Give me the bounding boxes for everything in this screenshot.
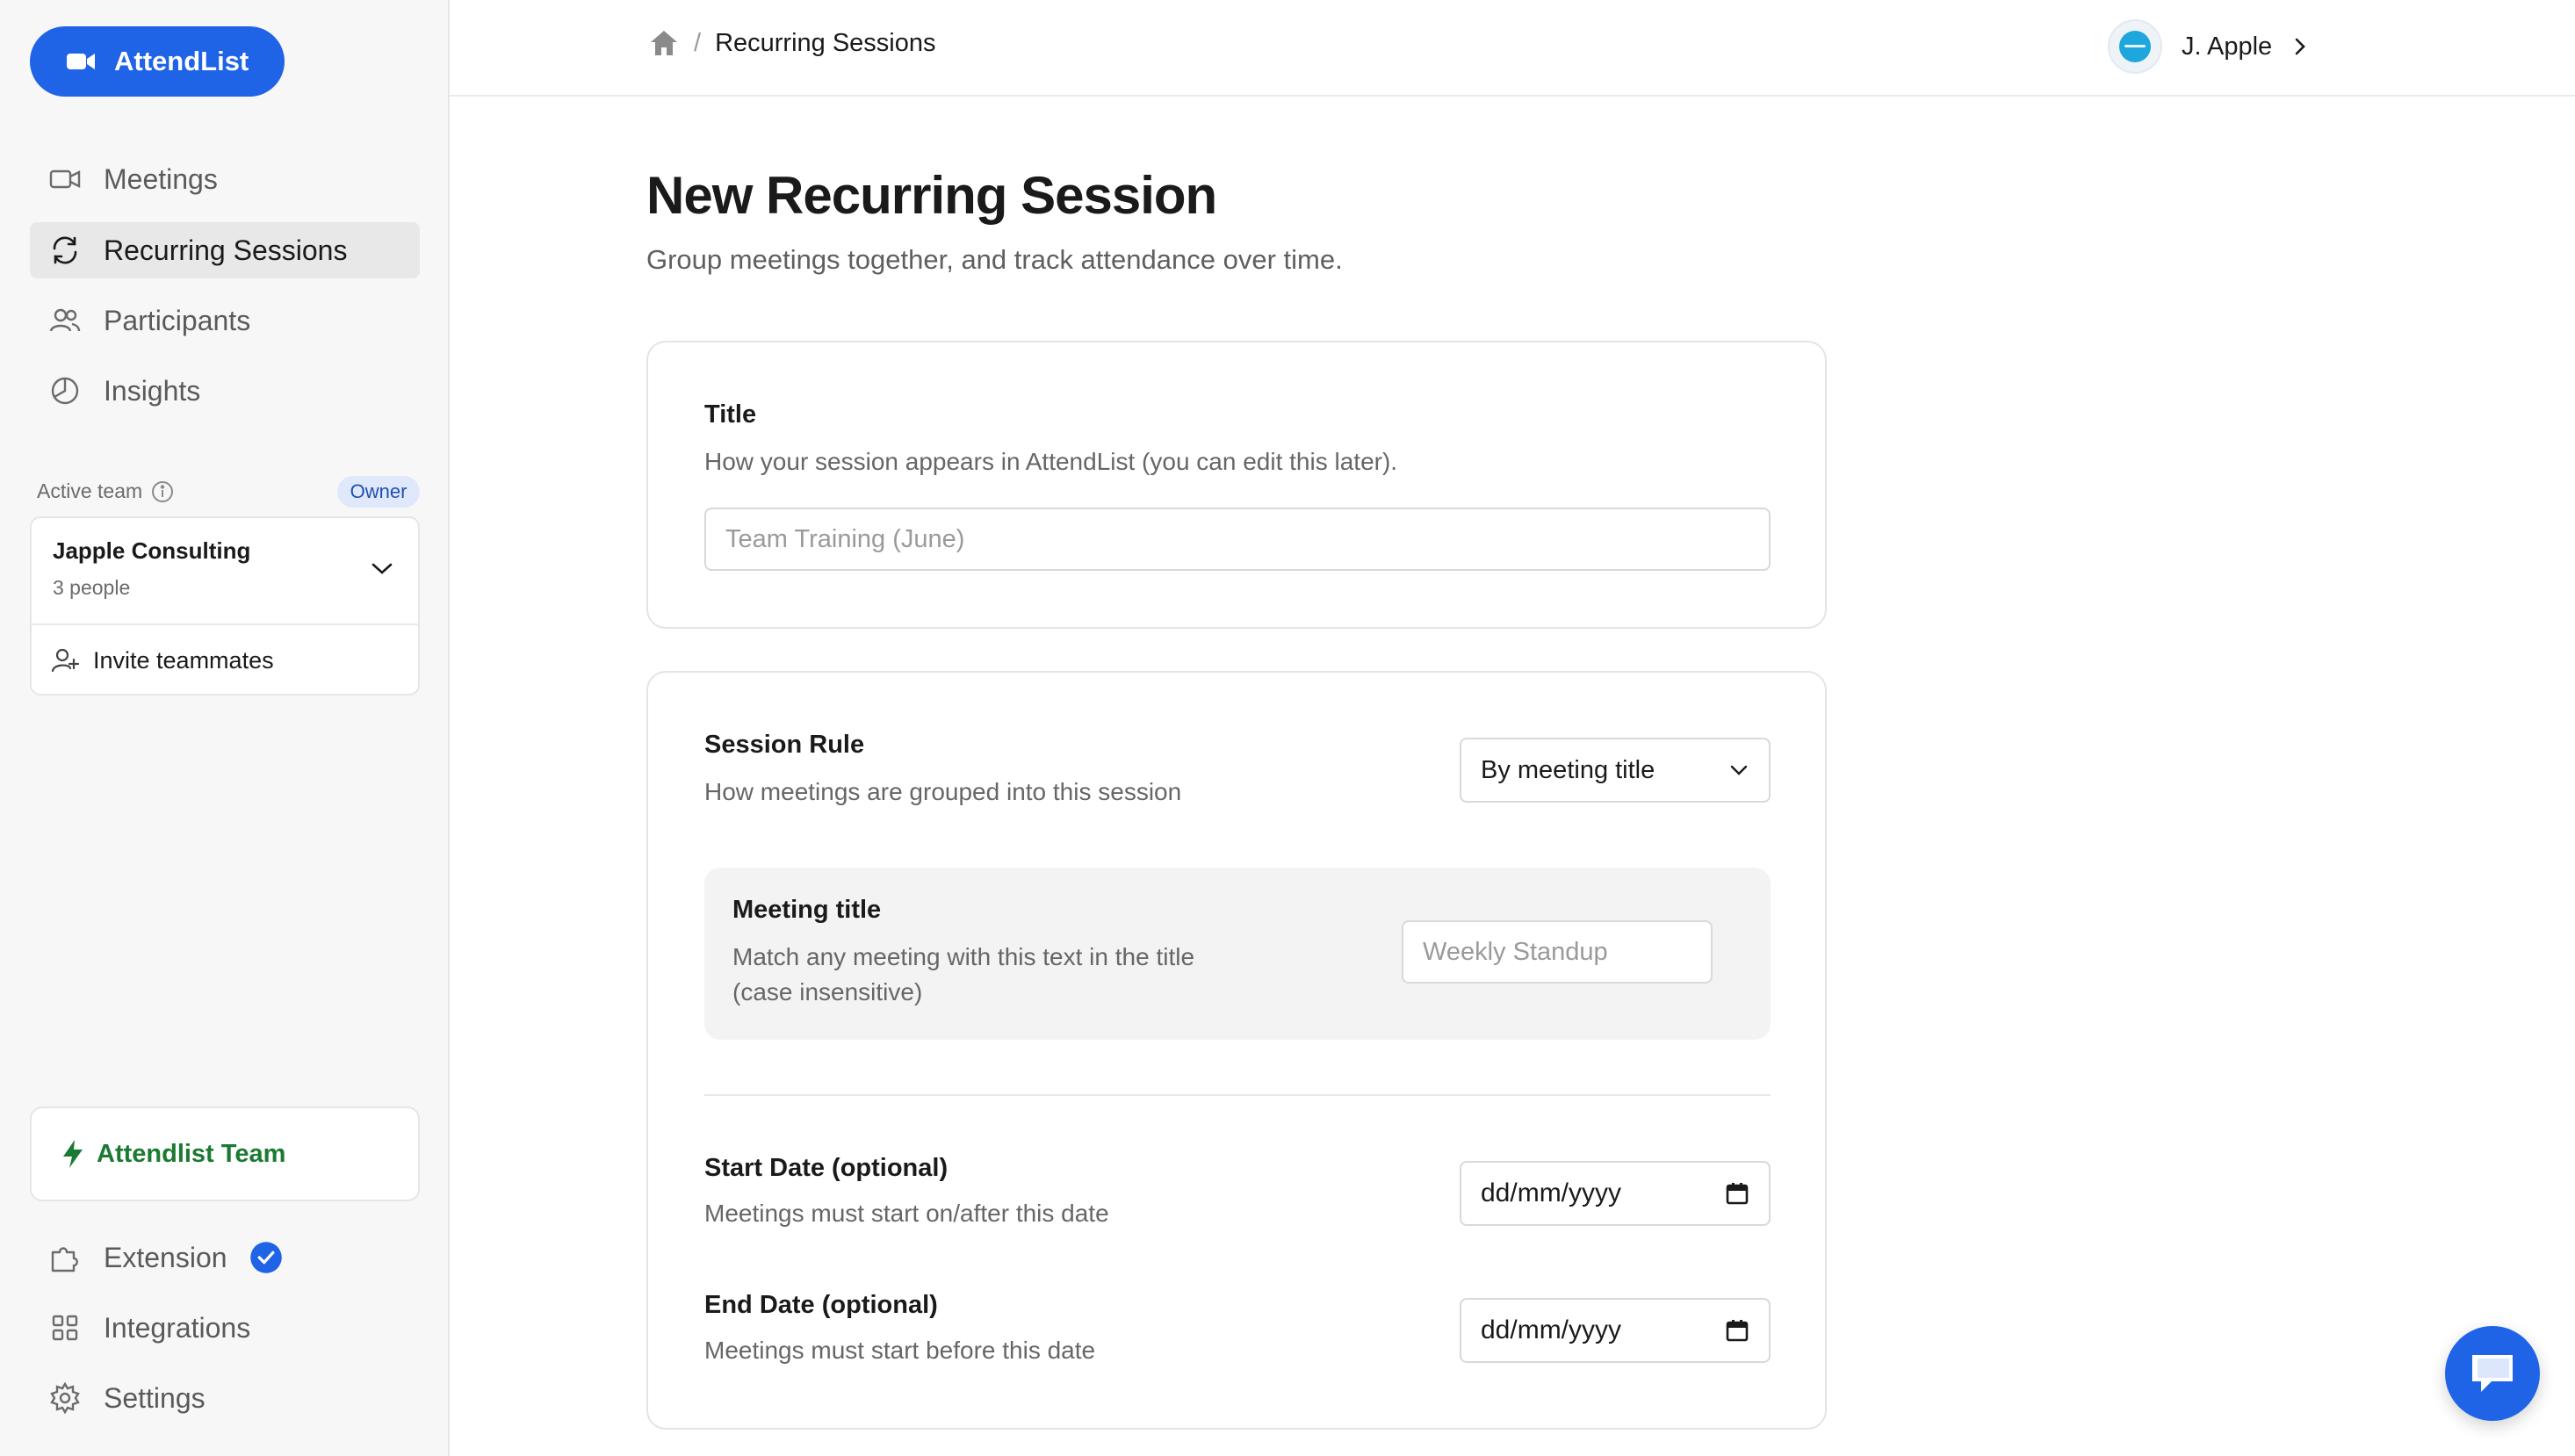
chevron-down-icon: [371, 563, 393, 574]
start-date-label: Start Date (optional): [704, 1154, 948, 1182]
team-count: 3 people: [53, 576, 131, 599]
nav-item-label: Extension: [104, 1241, 227, 1273]
chat-bubble-icon: [2472, 1355, 2513, 1392]
brand-name: AttendList: [114, 46, 249, 76]
nav-item-integrations[interactable]: Integrations: [30, 1300, 420, 1356]
chat-button[interactable]: [2445, 1326, 2540, 1421]
team-switcher[interactable]: Japple Consulting 3 people: [32, 518, 422, 623]
nav-item-participants[interactable]: Participants: [30, 292, 420, 349]
session-rule-description: How meetings are grouped into this sessi…: [704, 778, 1182, 805]
divider: [704, 1094, 1771, 1096]
calendar-icon[interactable]: [1725, 1181, 1749, 1206]
verified-check-icon: [249, 1242, 282, 1273]
nav-item-meetings[interactable]: Meetings: [30, 151, 420, 207]
user-menu[interactable]: J. Apple: [2108, 19, 2309, 74]
title-label: Title: [704, 400, 757, 429]
nav-item-label: Recurring Sessions: [104, 234, 348, 266]
users-icon: [49, 308, 81, 332]
meeting-title-label: Meeting title: [732, 896, 882, 924]
title-description: How your session appears in AttendList (…: [704, 448, 1398, 475]
role-badge: Owner: [337, 476, 420, 508]
user-plus-icon: [51, 648, 80, 673]
breadcrumb-separator: /: [694, 28, 702, 57]
nav-item-settings[interactable]: Settings: [30, 1370, 420, 1426]
nav-item-label: Meetings: [104, 162, 218, 195]
attendlist-team-upgrade[interactable]: Attendlist Team: [30, 1106, 420, 1201]
session-rule-select[interactable]: By meeting title: [1460, 738, 1771, 803]
nav-item-label: Integrations: [104, 1311, 251, 1344]
nav-item-extension[interactable]: Extension: [30, 1229, 420, 1286]
end-date-description: Meetings must start before this date: [704, 1337, 1096, 1364]
home-icon[interactable]: [648, 28, 680, 58]
meeting-title-description-line1: Match any meeting with this text in the …: [732, 943, 1195, 970]
user-name: J. Apple: [2182, 32, 2273, 61]
refresh-icon: [53, 236, 77, 264]
nav-item-label: Insights: [104, 374, 201, 407]
lightning-icon: [63, 1140, 83, 1168]
end-date-label: End Date (optional): [704, 1291, 938, 1319]
team-name: Japple Consulting: [53, 537, 251, 564]
nav-item-label: Participants: [104, 304, 251, 336]
title-card: Title How your session appears in Attend…: [646, 341, 1827, 629]
grid-icon: [52, 1315, 78, 1341]
gear-icon: [50, 1381, 80, 1415]
session-rule-selected: By meeting title: [1481, 755, 1655, 784]
start-date-placeholder: dd/mm/yyyy: [1481, 1178, 1622, 1207]
start-date-input[interactable]: dd/mm/yyyy: [1460, 1161, 1771, 1226]
team-card: Japple Consulting 3 people Invite teamma…: [30, 516, 420, 696]
title-input[interactable]: [704, 508, 1771, 571]
session-rule-label: Session Rule: [704, 731, 865, 759]
video-icon: [49, 169, 81, 189]
active-team-label: Active team: [37, 479, 174, 503]
sidebar: AttendList Meetings Recurring Sessions P…: [0, 0, 450, 1456]
nav-item-recurring-sessions[interactable]: Recurring Sessions: [30, 222, 420, 278]
start-date-description: Meetings must start on/after this date: [704, 1200, 1109, 1227]
nav-item-insights[interactable]: Insights: [30, 363, 420, 419]
nav-item-label: Settings: [104, 1381, 206, 1414]
calendar-icon[interactable]: [1725, 1318, 1749, 1343]
puzzle-icon: [51, 1247, 78, 1272]
info-icon[interactable]: [151, 480, 174, 503]
breadcrumb-current: Recurring Sessions: [715, 28, 936, 57]
meeting-title-description-line2: (case insensitive): [732, 978, 923, 1006]
brand-button[interactable]: AttendList: [30, 26, 285, 97]
avatar: [2108, 19, 2162, 74]
session-rule-card: Session Rule How meetings are grouped in…: [646, 671, 1827, 1430]
page-title: New Recurring Session: [646, 166, 1217, 225]
meeting-title-rule-box: Meeting title Match any meeting with thi…: [704, 868, 1771, 1040]
invite-teammates-button[interactable]: Invite teammates: [32, 625, 422, 696]
page-subtitle: Group meetings together, and track atten…: [646, 244, 1343, 275]
video-camera-icon: [67, 54, 95, 69]
chevron-right-icon: [2295, 38, 2306, 55]
end-date-placeholder: dd/mm/yyyy: [1481, 1315, 1622, 1344]
meeting-title-input[interactable]: [1402, 920, 1713, 984]
end-date-input[interactable]: dd/mm/yyyy: [1460, 1298, 1771, 1363]
pie-chart-icon: [51, 377, 79, 405]
breadcrumb: / Recurring Sessions: [648, 28, 936, 58]
chevron-down-icon: [1730, 765, 1748, 775]
avatar-logo-icon: [2119, 31, 2151, 62]
